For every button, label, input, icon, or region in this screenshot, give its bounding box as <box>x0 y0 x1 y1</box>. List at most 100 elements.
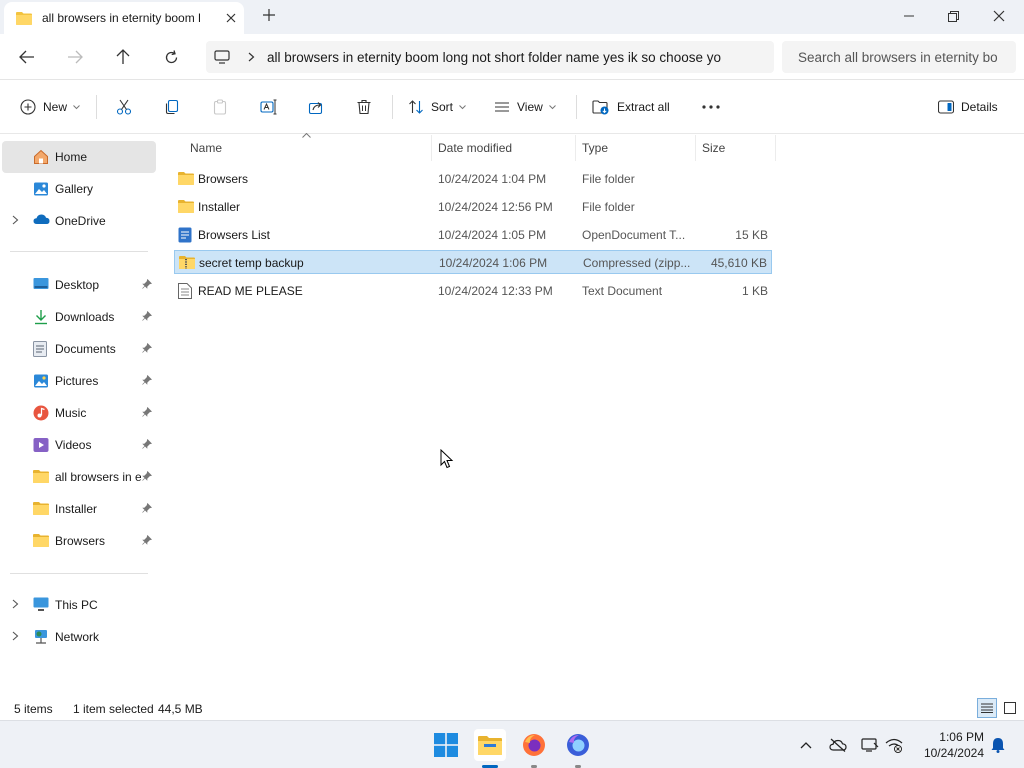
details-view-button[interactable] <box>977 698 997 718</box>
taskbar-firefox-developer[interactable] <box>562 729 594 761</box>
display-button[interactable] <box>860 735 880 755</box>
share-button[interactable] <box>308 93 324 121</box>
taskbar-file-explorer[interactable] <box>474 729 506 761</box>
computer-icon <box>33 597 49 612</box>
new-label: New <box>43 100 68 114</box>
paste-button[interactable] <box>212 93 228 121</box>
minimize-button[interactable] <box>886 0 932 32</box>
sidebar-item-network[interactable]: Network <box>2 621 156 653</box>
sort-button[interactable]: Sort <box>408 93 466 121</box>
address-bar[interactable]: all browsers in eternity boom long not s… <box>206 41 774 73</box>
pin-icon[interactable] <box>142 503 152 513</box>
up-button[interactable] <box>108 42 138 72</box>
column-header-name[interactable]: Name <box>184 135 432 161</box>
sidebar-item-this-pc[interactable]: This PC <box>2 589 156 621</box>
file-row[interactable]: Browsers 10/24/2024 1:04 PM File folder <box>174 167 772 191</box>
close-tab-icon[interactable] <box>226 13 236 23</box>
monitor-icon <box>214 50 230 64</box>
search-input[interactable] <box>798 49 1008 65</box>
file-type: File folder <box>582 200 635 214</box>
column-header-type[interactable]: Type <box>576 135 696 161</box>
chevron-right-icon[interactable] <box>248 52 255 62</box>
sidebar-item-pictures[interactable]: Pictures <box>2 365 156 397</box>
maximize-button[interactable] <box>930 0 976 32</box>
navigation-pane: Home Gallery OneDrive Desktop Downloads <box>0 135 160 695</box>
refresh-button[interactable] <box>156 42 186 72</box>
show-hidden-icons-button[interactable] <box>796 735 816 755</box>
sidebar-item-videos[interactable]: Videos <box>2 429 156 461</box>
file-name: Installer <box>198 200 241 214</box>
pin-icon[interactable] <box>142 535 152 545</box>
network-status-button[interactable] <box>884 735 904 755</box>
sidebar-item-desktop[interactable]: Desktop <box>2 269 156 301</box>
sidebar-item-label: Pictures <box>55 374 99 388</box>
tiles-view-button[interactable] <box>1000 698 1020 718</box>
details-button[interactable]: Details <box>938 93 998 121</box>
pin-icon[interactable] <box>142 375 152 385</box>
extract-all-button[interactable]: Extract all <box>592 93 670 121</box>
file-date: 10/24/2024 12:33 PM <box>438 284 553 298</box>
more-options-button[interactable] <box>702 93 720 121</box>
pin-icon[interactable] <box>142 407 152 417</box>
close-window-button[interactable] <box>976 0 1022 32</box>
address-path[interactable]: all browsers in eternity boom long not s… <box>267 50 721 65</box>
sidebar-item-music[interactable]: Music <box>2 397 156 429</box>
start-button[interactable] <box>430 729 462 761</box>
chevron-right-icon[interactable] <box>12 631 19 641</box>
zip-folder-icon <box>179 255 195 269</box>
sidebar-item-downloads[interactable]: Downloads <box>2 301 156 333</box>
tab-current-folder[interactable]: all browsers in eternity boom l <box>4 2 244 34</box>
pin-icon[interactable] <box>142 279 152 289</box>
delete-button[interactable] <box>356 93 372 121</box>
documents-icon <box>33 341 47 357</box>
new-button[interactable]: New <box>20 93 80 121</box>
file-row[interactable]: Installer 10/24/2024 12:56 PM File folde… <box>174 195 772 219</box>
column-header-size[interactable]: Size <box>696 135 776 161</box>
rename-button[interactable] <box>260 93 278 121</box>
notifications-button[interactable] <box>988 735 1008 755</box>
folder-icon <box>33 469 49 483</box>
sidebar-item-gallery[interactable]: Gallery <box>2 173 156 205</box>
chevron-right-icon[interactable] <box>12 215 19 225</box>
sidebar-item-installer[interactable]: Installer <box>2 493 156 525</box>
sidebar-item-label: Documents <box>55 342 116 356</box>
file-list: Name Date modified Type Size Browsers 10… <box>160 133 1024 695</box>
divider <box>96 95 97 119</box>
new-tab-button[interactable] <box>262 8 276 22</box>
column-header-date[interactable]: Date modified <box>432 135 576 161</box>
clock-date: 10/24/2024 <box>923 746 984 760</box>
folder-icon <box>33 501 49 515</box>
divider <box>10 251 148 252</box>
pin-icon[interactable] <box>142 311 152 321</box>
sidebar-item-all-browsers[interactable]: all browsers in e <box>2 461 156 493</box>
search-box[interactable] <box>782 41 1016 73</box>
file-date: 10/24/2024 12:56 PM <box>438 200 553 214</box>
windows-logo-icon <box>434 733 458 757</box>
onedrive-offline-button[interactable] <box>828 735 848 755</box>
chevron-down-icon <box>73 104 80 110</box>
back-button[interactable] <box>12 42 42 72</box>
sidebar-item-onedrive[interactable]: OneDrive <box>2 205 156 237</box>
view-button[interactable]: View <box>494 93 556 121</box>
sidebar-item-documents[interactable]: Documents <box>2 333 156 365</box>
file-row-selected[interactable]: secret temp backup 10/24/2024 1:06 PM Co… <box>174 250 772 274</box>
system-clock[interactable]: 1:06 PM 10/24/2024 <box>910 729 984 761</box>
sidebar-item-browsers[interactable]: Browsers <box>2 525 156 557</box>
forward-button[interactable] <box>60 42 90 72</box>
trash-icon <box>356 99 372 115</box>
sidebar-item-home[interactable]: Home <box>2 141 156 173</box>
file-row[interactable]: Browsers List 10/24/2024 1:05 PM OpenDoc… <box>174 223 772 247</box>
sidebar-item-label: Downloads <box>55 310 115 324</box>
pin-icon[interactable] <box>142 439 152 449</box>
copy-button[interactable] <box>164 93 180 121</box>
file-name: Browsers List <box>198 228 271 242</box>
file-type: OpenDocument T... <box>582 228 686 242</box>
cut-button[interactable] <box>116 93 132 121</box>
file-type: Text Document <box>582 284 663 298</box>
status-bar: 5 items 1 item selected 44,5 MB <box>0 696 1024 720</box>
pin-icon[interactable] <box>142 343 152 353</box>
pin-icon[interactable] <box>142 471 152 481</box>
file-row[interactable]: READ ME PLEASE 10/24/2024 12:33 PM Text … <box>174 279 772 303</box>
taskbar-firefox[interactable] <box>518 729 550 761</box>
chevron-right-icon[interactable] <box>12 599 19 609</box>
